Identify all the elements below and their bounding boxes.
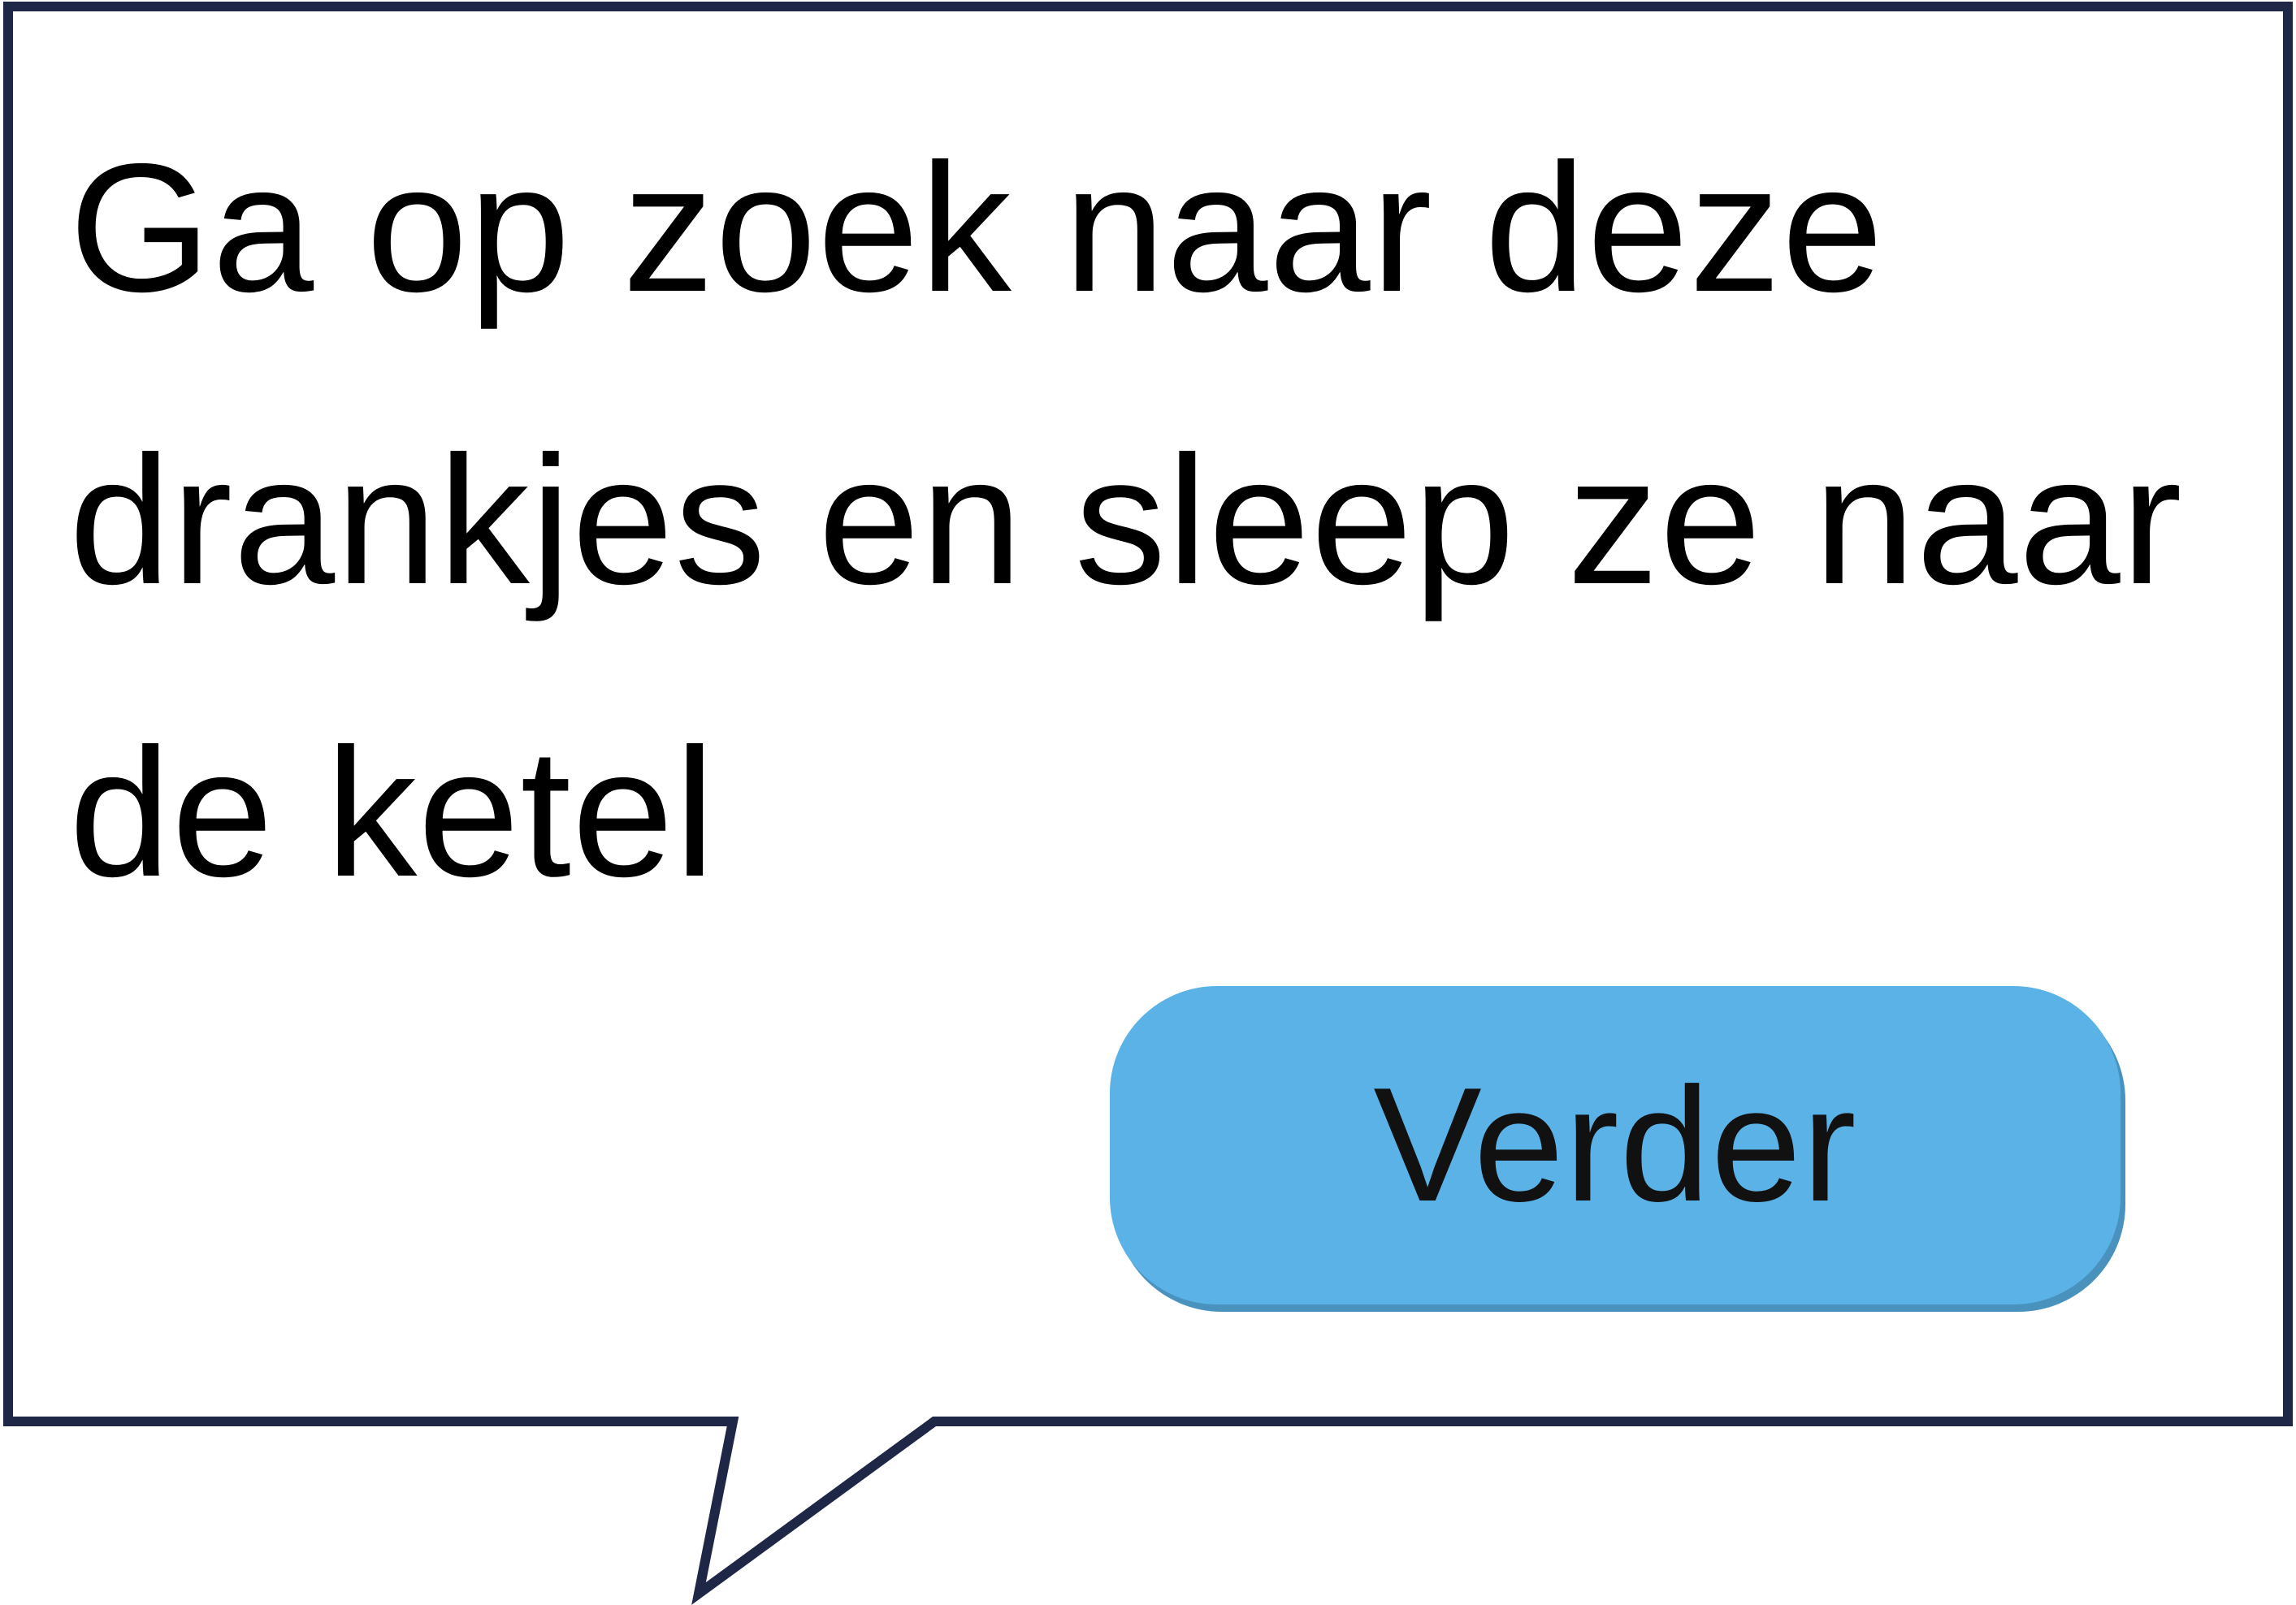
continue-button[interactable]: Verder xyxy=(1110,986,2121,1304)
instruction-text: Ga op zoek naar deze drankjes en sleep z… xyxy=(69,125,2183,915)
continue-button-label: Verder xyxy=(1373,1054,1857,1235)
